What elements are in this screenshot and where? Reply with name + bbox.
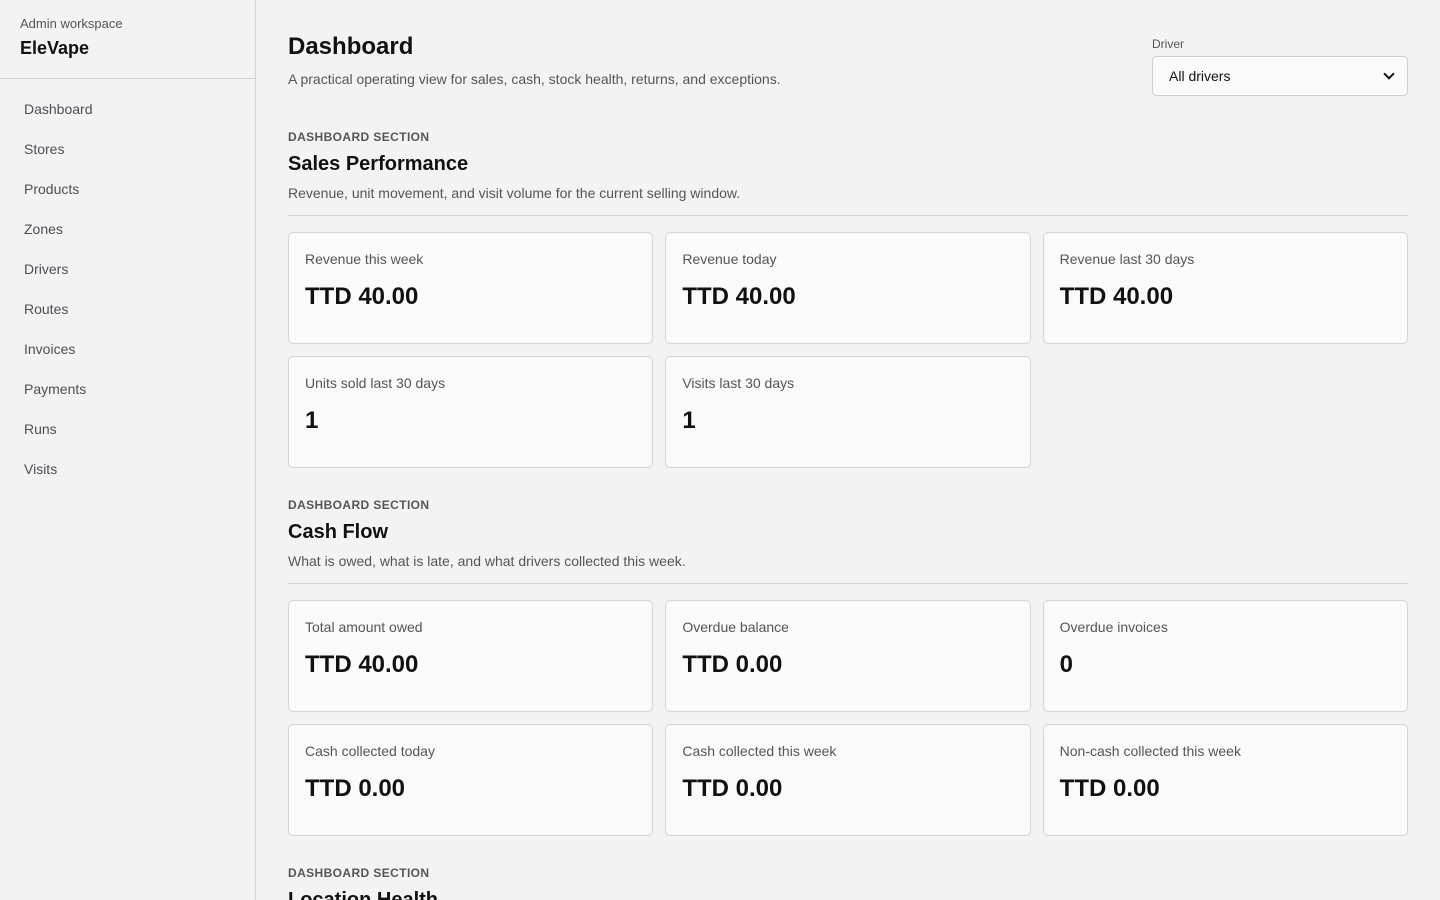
page-heading: Dashboard A practical operating view for… — [288, 32, 781, 88]
sidebar-item-payments[interactable]: Payments — [0, 369, 255, 409]
section-title: Sales Performance — [288, 153, 469, 175]
metric-value: TTD 40.00 — [682, 283, 796, 310]
sidebar-nav: Dashboard Stores Products Zones Drivers … — [0, 79, 255, 489]
page-subtitle: A practical operating view for sales, ca… — [288, 71, 781, 87]
metric-card-overdue-balance: Overdue balance TTD 0.00 — [665, 600, 1031, 712]
brand: Admin workspace EleVape — [0, 0, 255, 79]
metric-cards: Revenue this week TTD 40.00 Revenue toda… — [288, 232, 1408, 468]
section-title: Cash Flow — [288, 521, 389, 543]
chevron-down-icon — [1383, 68, 1395, 80]
sidebar-item-products[interactable]: Products — [0, 169, 255, 209]
sidebar-item-dashboard[interactable]: Dashboard — [0, 89, 255, 129]
metric-card-total-owed: Total amount owed TTD 40.00 — [288, 600, 654, 712]
section-location-health: Dashboard section Location Health — [288, 866, 1408, 900]
metric-card-revenue-30-days: Revenue last 30 days TTD 40.00 — [1042, 232, 1408, 344]
driver-select-value: All drivers — [1169, 68, 1231, 84]
metric-value: 0 — [1059, 651, 1074, 678]
metric-card-non-cash-week: Non-cash collected this week TTD 0.00 — [1042, 724, 1408, 836]
sidebar-item-visits[interactable]: Visits — [0, 449, 255, 489]
page-title: Dashboard — [288, 33, 414, 60]
metric-label: Overdue balance — [682, 619, 789, 635]
section-cash-flow: Dashboard section Cash Flow What is owed… — [288, 498, 1408, 836]
section-description: Revenue, unit movement, and visit volume… — [288, 184, 1408, 216]
sidebar-item-stores[interactable]: Stores — [0, 129, 255, 169]
driver-filter-label: Driver — [1152, 37, 1184, 51]
sidebar-item-invoices[interactable]: Invoices — [0, 329, 255, 369]
metric-card-revenue-today: Revenue today TTD 40.00 — [665, 232, 1031, 344]
metric-value: TTD 0.00 — [1059, 775, 1160, 802]
metric-value: TTD 40.00 — [305, 651, 419, 678]
metric-value: TTD 40.00 — [305, 283, 419, 310]
section-sales-performance: Dashboard section Sales Performance Reve… — [288, 130, 1408, 468]
sidebar-item-routes[interactable]: Routes — [0, 289, 255, 329]
app-shell: Admin workspace EleVape Dashboard Stores… — [0, 0, 1440, 900]
metric-label: Visits last 30 days — [682, 375, 795, 391]
metric-card-units-sold: Units sold last 30 days 1 — [288, 356, 654, 468]
metric-card-visits: Visits last 30 days 1 — [665, 356, 1031, 468]
sidebar-item-zones[interactable]: Zones — [0, 209, 255, 249]
metric-card-overdue-invoices: Overdue invoices 0 — [1042, 600, 1408, 712]
metric-label: Total amount owed — [305, 619, 423, 635]
metric-label: Overdue invoices — [1059, 619, 1168, 635]
metric-value: TTD 0.00 — [682, 651, 783, 678]
brand-name[interactable]: EleVape — [20, 38, 235, 58]
metric-card-cash-today: Cash collected today TTD 0.00 — [288, 724, 654, 836]
section-title: Location Health — [288, 889, 439, 900]
metric-cards: Total amount owed TTD 40.00 Overdue bala… — [288, 600, 1408, 836]
metric-card-cash-week: Cash collected this week TTD 0.00 — [665, 724, 1031, 836]
metric-label: Revenue today — [682, 251, 777, 267]
metric-label: Revenue this week — [305, 251, 424, 267]
workspace-label: Admin workspace — [20, 16, 123, 31]
metric-value: TTD 0.00 — [305, 775, 406, 802]
driver-filter: Driver All drivers — [1152, 37, 1408, 96]
section-description: What is owed, what is late, and what dri… — [288, 552, 1408, 584]
sidebar-item-runs[interactable]: Runs — [0, 409, 255, 449]
sidebar-item-drivers[interactable]: Drivers — [0, 249, 255, 289]
metric-label: Revenue last 30 days — [1059, 251, 1195, 267]
page-header: Dashboard A practical operating view for… — [288, 0, 1408, 96]
metric-label: Units sold last 30 days — [305, 375, 446, 391]
driver-select[interactable]: All drivers — [1152, 56, 1408, 96]
section-kicker: Dashboard section — [288, 866, 430, 880]
metric-value: 1 — [305, 407, 319, 434]
section-kicker: Dashboard section — [288, 130, 430, 144]
main-content: Dashboard A practical operating view for… — [256, 0, 1440, 900]
metric-value: TTD 40.00 — [1059, 283, 1174, 310]
metric-value: TTD 0.00 — [682, 775, 783, 802]
metric-label: Non-cash collected this week — [1059, 743, 1241, 759]
metric-card-revenue-week: Revenue this week TTD 40.00 — [288, 232, 654, 344]
metric-label: Cash collected this week — [682, 743, 837, 759]
section-kicker: Dashboard section — [288, 498, 430, 512]
metric-label: Cash collected today — [305, 743, 435, 759]
sidebar: Admin workspace EleVape Dashboard Stores… — [0, 0, 256, 900]
metric-value: 1 — [682, 407, 696, 434]
